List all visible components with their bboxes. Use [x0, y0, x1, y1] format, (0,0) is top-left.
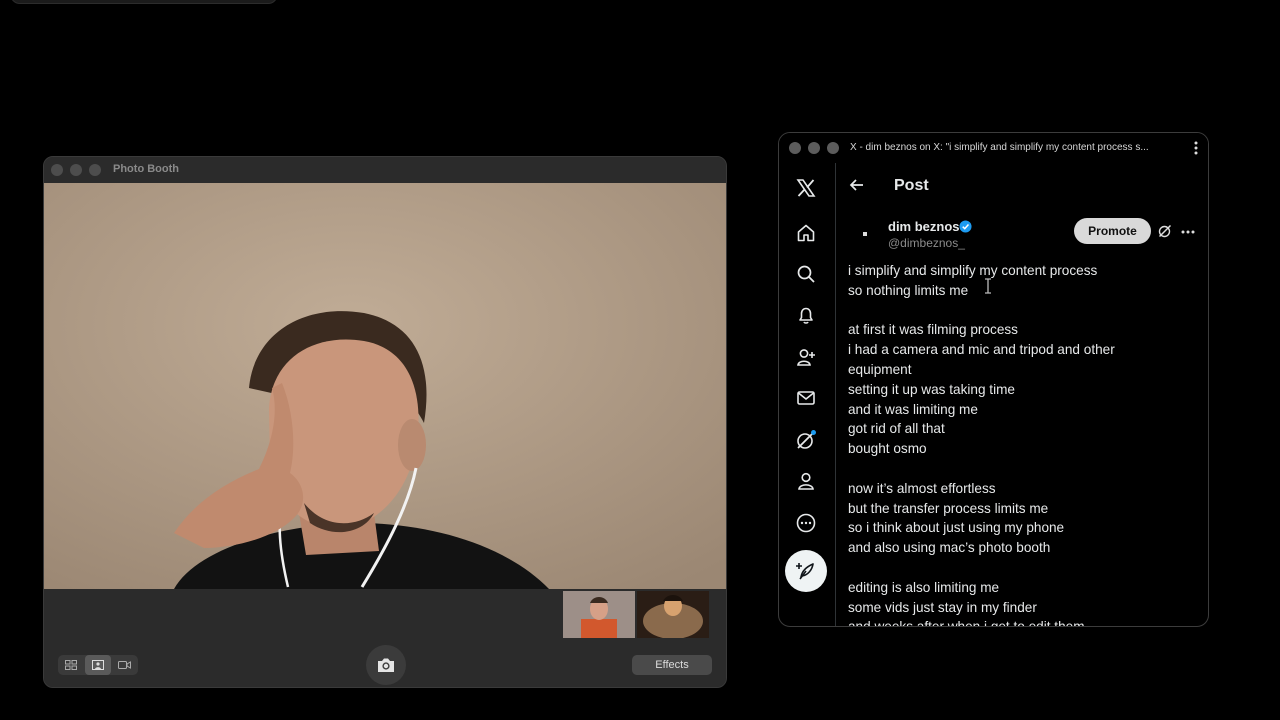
camera-preview — [44, 183, 726, 589]
close-window-button[interactable] — [789, 142, 801, 154]
sidebar-item-follow[interactable] — [784, 342, 828, 372]
post-text-line: i had a camera and mic and tripod and ot… — [848, 342, 1115, 358]
verified-badge-icon — [959, 220, 972, 233]
post-text-line: but the transfer process limits me — [848, 500, 1049, 516]
thumbnail-image — [563, 591, 635, 638]
compose-post-icon — [796, 563, 814, 580]
grok-explain-icon[interactable] — [1158, 224, 1172, 238]
photo-booth-toolbar: Effects — [44, 589, 726, 687]
search-icon — [797, 265, 815, 283]
take-photo-button[interactable] — [366, 645, 406, 685]
post-text-line — [848, 459, 1188, 479]
grok-icon — [797, 430, 816, 449]
video-mode-button[interactable] — [111, 655, 138, 675]
post-text-line: now it’s almost effortless — [848, 480, 996, 496]
close-window-button[interactable] — [51, 164, 63, 176]
post-text-line: so i think about just using my phone — [848, 520, 1065, 536]
post-text-line: equipment — [848, 361, 912, 377]
bell-icon — [799, 307, 813, 324]
post-text-line: setting it up was taking time — [848, 381, 1015, 397]
sidebar-item-search[interactable] — [784, 259, 828, 289]
photo-thumbnail[interactable] — [637, 591, 709, 638]
sidebar-item-x-logo[interactable] — [784, 173, 828, 203]
post-text-line: bought osmo — [848, 441, 927, 457]
video-icon — [118, 661, 132, 669]
post-text-line: at first it was filming process — [848, 322, 1018, 338]
post-text-line: got rid of all that — [848, 421, 945, 437]
post-text: i simplify and simplify my content proce… — [848, 261, 1188, 627]
sidebar-item-home[interactable] — [784, 218, 828, 248]
sidebar-item-messages[interactable] — [784, 383, 828, 413]
promote-button[interactable]: Promote — [1074, 218, 1151, 244]
sidebar-item-more[interactable] — [784, 508, 828, 538]
sidebar-item-notifications[interactable] — [784, 300, 828, 330]
zoom-window-button[interactable] — [827, 142, 839, 154]
post-text-line: and also using mac’s photo booth — [848, 540, 1051, 556]
single-photo-view-button[interactable] — [84, 655, 112, 675]
sidebar-item-grok[interactable] — [784, 425, 828, 455]
add-user-icon — [797, 349, 815, 366]
photo-booth-titlebar[interactable]: Photo Booth — [44, 157, 726, 184]
mail-icon — [797, 391, 815, 405]
minimize-window-button[interactable] — [808, 142, 820, 154]
compose-post-button[interactable] — [785, 550, 827, 592]
post-text-line: editing is also limiting me — [848, 579, 1000, 595]
text-cursor-icon — [985, 278, 991, 294]
thumbnail-image — [637, 591, 709, 638]
grid-view-button[interactable] — [58, 655, 85, 675]
more-circle-icon — [796, 513, 816, 533]
post-text-line: i simplify and simplify my content proce… — [848, 263, 1098, 278]
browser-tab-title: X - dim beznos on X: "i simplify and sim… — [850, 142, 1149, 153]
x-logo-icon — [796, 179, 816, 197]
minimize-window-button[interactable] — [70, 164, 82, 176]
camera-feed-image — [44, 183, 726, 589]
background-window-edge — [10, 0, 278, 4]
photo-thumbnail[interactable] — [563, 591, 635, 638]
window-title: Photo Booth — [113, 163, 179, 175]
browser-titlebar[interactable]: X - dim beznos on X: "i simplify and sim… — [779, 133, 1208, 163]
post-text-line: and weeks after when i get to edit them — [848, 619, 1085, 627]
browser-window: X - dim beznos on X: "i simplify and sim… — [778, 132, 1209, 627]
camera-icon — [378, 658, 394, 672]
post-text-line — [848, 301, 1188, 321]
single-photo-icon — [92, 660, 104, 670]
post-text-line: some vids just stay in my finder — [848, 599, 1037, 615]
sidebar-item-profile[interactable] — [784, 466, 828, 496]
home-icon — [797, 224, 815, 242]
author-name[interactable]: dim beznos — [888, 219, 960, 234]
back-arrow-icon[interactable] — [849, 177, 865, 193]
effects-button[interactable]: Effects — [632, 655, 712, 675]
page-title: Post — [894, 177, 929, 194]
grid-icon — [65, 660, 78, 670]
profile-icon — [798, 472, 814, 490]
post-text-line: and it was limiting me — [848, 401, 978, 417]
post-text-line: so nothing limits me — [848, 282, 969, 298]
more-options-icon[interactable] — [1181, 230, 1195, 234]
post-text-line — [848, 558, 1188, 578]
menu-kebab-icon[interactable] — [1194, 141, 1198, 155]
view-mode-switcher — [58, 655, 138, 675]
sidebar-divider — [835, 163, 836, 626]
zoom-window-button[interactable] — [89, 164, 101, 176]
avatar[interactable] — [848, 221, 882, 247]
photo-booth-window: Photo Booth Effects — [43, 156, 727, 688]
author-handle[interactable]: @dimbeznos_ — [888, 236, 965, 250]
